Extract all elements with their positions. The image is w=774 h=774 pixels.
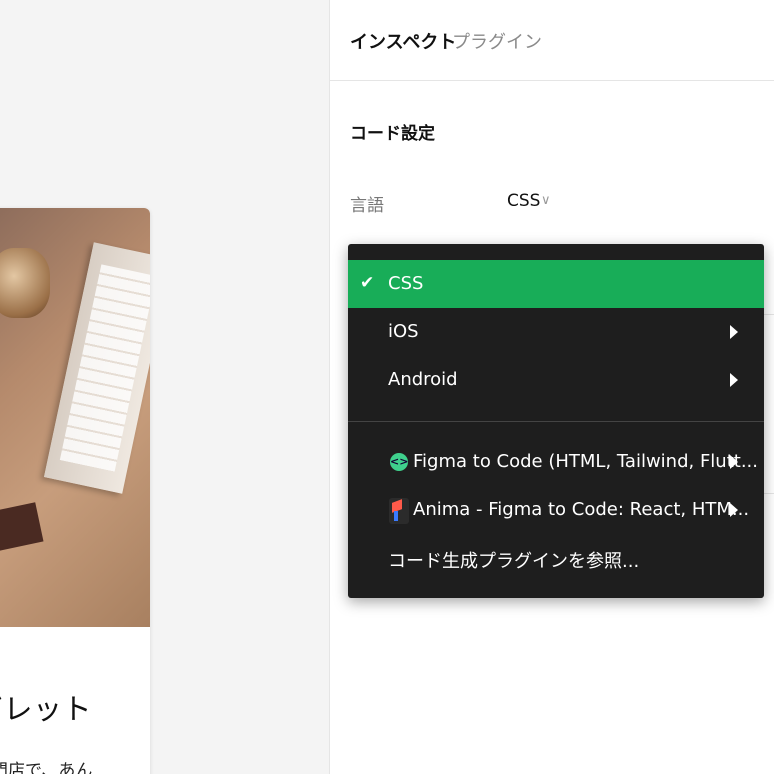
anima-icon [389,498,409,524]
language-select[interactable]: CSS [507,191,540,211]
menu-item-anima[interactable]: Anima - Figma to Code: React, HTM... [348,486,764,534]
menu-item-label: Figma to Code (HTML, Tailwind, Flutt... [413,451,758,472]
chevron-down-icon[interactable]: ∨ [541,193,551,208]
design-card[interactable]: ガレット 専門店で、あん [0,208,150,774]
menu-item-figma-to-code[interactable]: <> Figma to Code (HTML, Tailwind, Flutt.… [348,438,764,486]
menu-item-ios[interactable]: iOS [348,308,764,356]
photo-pastry [0,248,50,318]
card-description: 専門店で、あん [0,761,93,774]
menu-item-label: Anima - Figma to Code: React, HTM... [413,499,750,520]
card-title: ガレット [0,692,93,726]
submenu-arrow-icon [730,503,738,517]
menu-item-label: コード生成プラグインを参照... [388,551,640,572]
menu-item-label: CSS [388,273,424,294]
menu-separator [348,421,764,422]
language-label: 言語 [350,196,384,216]
submenu-arrow-icon [730,325,738,339]
photo-dark-object [0,502,44,554]
menu-item-label: iOS [388,321,419,342]
tab-plugins[interactable]: プラグイン [452,28,542,54]
language-dropdown-menu: ✔ CSS iOS Android <> Figma to Code (HTML… [348,244,764,598]
menu-item-android[interactable]: Android [348,356,764,404]
code-settings-title: コード設定 [350,124,435,144]
submenu-arrow-icon [730,373,738,387]
menu-item-browse-plugins[interactable]: コード生成プラグインを参照... [348,534,764,582]
photo-menu-book [43,242,150,494]
design-canvas[interactable]: ガレット 専門店で、あん [0,0,329,774]
tab-inspect[interactable]: インスペクト [350,28,456,54]
figma-to-code-icon: <> [390,453,408,471]
menu-item-css[interactable]: ✔ CSS [348,260,764,308]
submenu-arrow-icon [730,455,738,469]
card-photo [0,208,150,627]
menu-item-label: Android [388,369,458,390]
checkmark-icon: ✔ [360,273,375,293]
panel-tabs: インスペクト プラグイン [330,0,774,81]
